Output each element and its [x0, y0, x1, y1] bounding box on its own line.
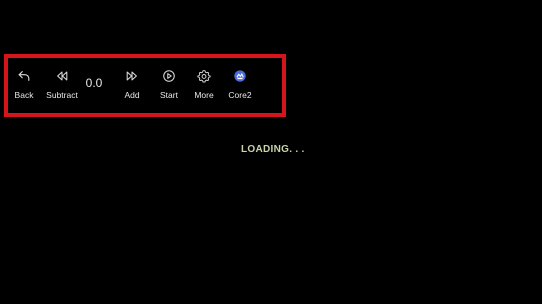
back-icon — [16, 68, 32, 84]
rewind-icon — [54, 68, 70, 84]
more-label: More — [194, 90, 214, 100]
add-button[interactable]: Add — [118, 58, 146, 113]
core2-app-icon — [232, 68, 248, 84]
gear-icon — [196, 68, 212, 84]
more-button[interactable]: More — [190, 58, 218, 113]
back-button[interactable]: Back — [10, 58, 38, 113]
subtract-label: Subtract — [46, 90, 78, 100]
fast-forward-icon — [124, 68, 140, 84]
value-display: 0.0 — [85, 76, 103, 90]
core2-label: Core2 — [228, 90, 252, 100]
toolbar: Back Subtract 0.0 Add Start More Core2 — [4, 54, 286, 117]
start-label: Start — [160, 90, 178, 100]
subtract-button[interactable]: Subtract — [44, 58, 80, 113]
add-label: Add — [124, 90, 140, 100]
back-label: Back — [14, 90, 34, 100]
play-circle-icon — [161, 68, 177, 84]
core2-button[interactable]: Core2 — [226, 58, 254, 113]
start-button[interactable]: Start — [155, 58, 183, 113]
loading-status: LOADING. . . — [241, 144, 305, 155]
